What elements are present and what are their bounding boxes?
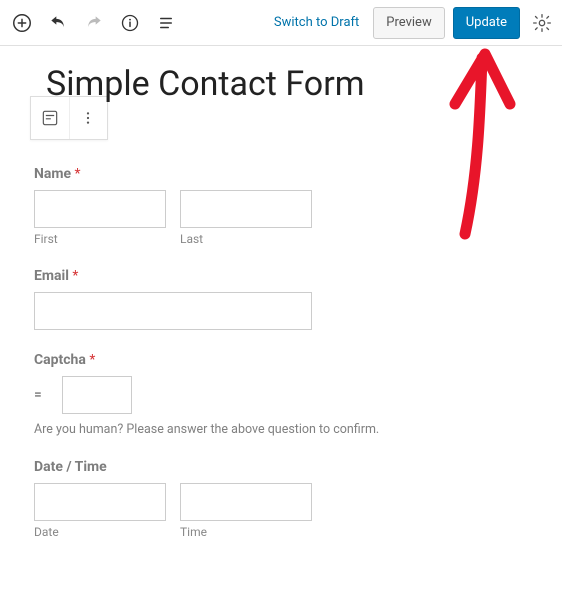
switch-to-draft-link[interactable]: Switch to Draft [274, 15, 359, 30]
form-block-icon [40, 108, 60, 128]
email-input[interactable] [34, 292, 312, 330]
add-block-button[interactable] [8, 9, 36, 37]
email-label: Email * [34, 268, 528, 284]
block-toolbar [30, 96, 108, 140]
info-icon [120, 13, 140, 33]
form-preview: Name * First Last Email * Captcha * = [30, 166, 532, 539]
time-input[interactable] [180, 483, 312, 521]
last-name-sublabel: Last [180, 232, 312, 246]
editor-canvas: Simple Contact Form Name * First Last [0, 64, 562, 591]
name-label: Name * [34, 166, 528, 182]
field-datetime: Date / Time Date Time [34, 459, 528, 539]
outline-button[interactable] [152, 9, 180, 37]
toolbar-left [8, 9, 180, 37]
redo-button[interactable] [80, 9, 108, 37]
first-name-input[interactable] [34, 190, 166, 228]
gear-icon [532, 13, 552, 33]
undo-button[interactable] [44, 9, 72, 37]
block-type-button[interactable] [31, 97, 70, 139]
required-indicator: * [89, 352, 95, 368]
settings-button[interactable] [530, 11, 554, 35]
plus-circle-icon [11, 12, 33, 34]
field-name: Name * First Last [34, 166, 528, 246]
captcha-input[interactable] [62, 376, 132, 414]
captcha-prefix: = [34, 387, 42, 403]
captcha-label: Captcha * [34, 352, 528, 368]
block-more-button[interactable] [70, 97, 108, 139]
datetime-label: Date / Time [34, 459, 528, 475]
redo-icon [84, 13, 104, 33]
kebab-icon [80, 110, 96, 126]
info-button[interactable] [116, 9, 144, 37]
update-button[interactable]: Update [453, 7, 520, 39]
first-name-sublabel: First [34, 232, 166, 246]
preview-button[interactable]: Preview [373, 7, 444, 39]
date-sublabel: Date [34, 525, 166, 539]
required-indicator: * [75, 166, 81, 182]
field-captcha: Captcha * = Are you human? Please answer… [34, 352, 528, 437]
page-title[interactable]: Simple Contact Form [46, 64, 532, 104]
required-indicator: * [72, 268, 78, 284]
undo-icon [48, 13, 68, 33]
field-email: Email * [34, 268, 528, 330]
captcha-hint: Are you human? Please answer the above q… [34, 422, 528, 437]
last-name-input[interactable] [180, 190, 312, 228]
editor-toolbar: Switch to Draft Preview Update [0, 0, 562, 46]
list-icon [157, 14, 175, 32]
date-input[interactable] [34, 483, 166, 521]
time-sublabel: Time [180, 525, 312, 539]
